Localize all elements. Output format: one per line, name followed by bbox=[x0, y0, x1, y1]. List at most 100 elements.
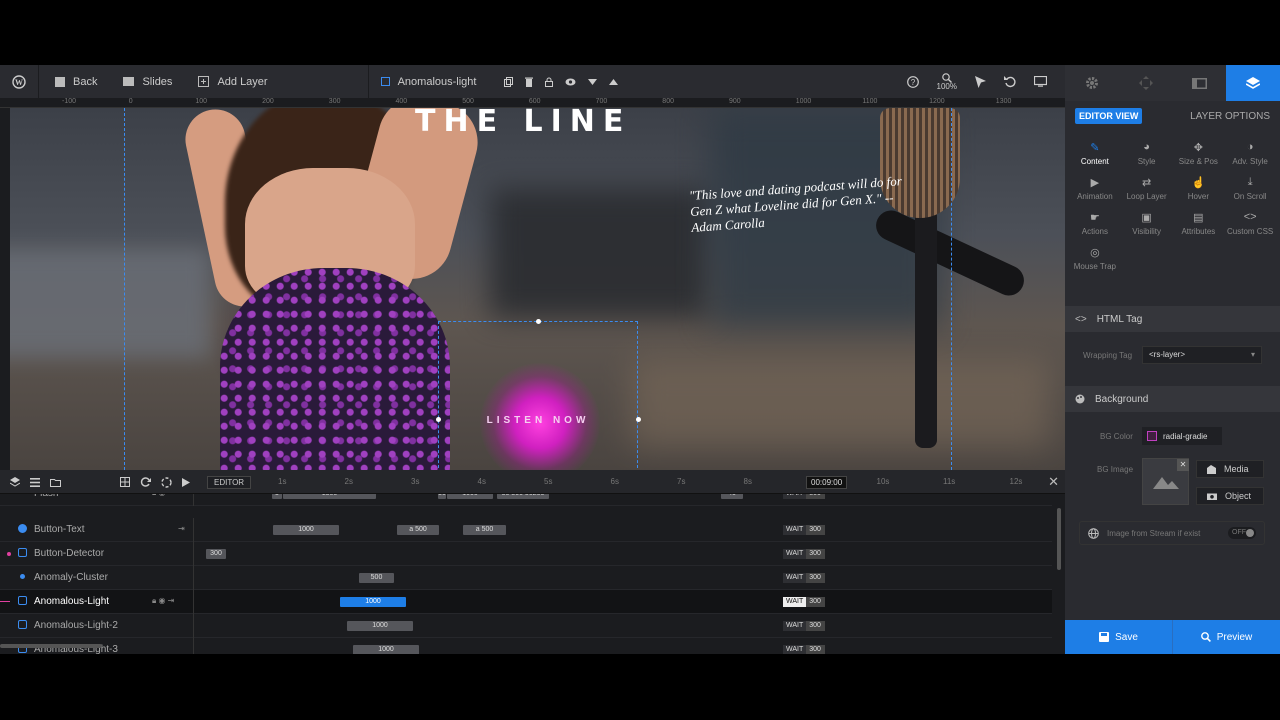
loop-icon[interactable] bbox=[140, 477, 151, 487]
bg-color-picker[interactable]: radial-gradie bbox=[1142, 427, 1222, 445]
spin-icon[interactable] bbox=[161, 476, 172, 488]
remove-image-icon[interactable]: ✕ bbox=[1177, 459, 1189, 471]
timeline-horizontal-scrollbar[interactable] bbox=[0, 644, 102, 648]
wait-frame[interactable]: WAIT300 bbox=[783, 573, 825, 583]
option-attributes[interactable]: ▤ Attributes bbox=[1173, 211, 1225, 236]
close-icon[interactable]: ✕ bbox=[1048, 474, 1059, 490]
duplicate-icon[interactable] bbox=[504, 76, 514, 87]
current-time-display[interactable]: 00:09:00 bbox=[806, 476, 848, 489]
option-size-pos[interactable]: ✥ Size & Pos bbox=[1173, 141, 1225, 166]
back-button[interactable]: Back bbox=[39, 65, 107, 98]
undo-icon[interactable] bbox=[1004, 75, 1016, 88]
animation-frame-bar[interactable]: 40 bbox=[721, 494, 743, 499]
option-hover[interactable]: ☝ Hover bbox=[1173, 176, 1225, 201]
wordpress-button[interactable]: W bbox=[0, 65, 38, 98]
timeline-row[interactable]: Anomalous-Light 🔒︎ ◉ ⇥ 1000 WAIT 300 bbox=[0, 590, 1052, 614]
wait-frame[interactable]: WAIT300 bbox=[783, 525, 825, 535]
option-style[interactable]: ◕ Style bbox=[1121, 141, 1173, 166]
wait-frame[interactable]: WAIT300 bbox=[783, 597, 825, 607]
layer-name: Button-Text bbox=[34, 524, 85, 535]
option-content[interactable]: ✎ Content bbox=[1069, 141, 1121, 166]
listen-now-button-text[interactable]: LISTEN NOW bbox=[438, 415, 638, 426]
eye-icon[interactable] bbox=[565, 78, 576, 86]
row-controls[interactable]: 🔒︎ ◉ ⇥ bbox=[152, 596, 174, 606]
timeline-row[interactable]: Anomalous-Light-3 1000 WAIT 300 bbox=[0, 638, 1052, 654]
grid-toggle-icon[interactable] bbox=[120, 477, 130, 487]
save-button[interactable]: Save bbox=[1065, 620, 1172, 654]
animation-frame-bar[interactable]: 5 bbox=[272, 494, 282, 499]
tab-navigation[interactable] bbox=[1118, 65, 1173, 101]
slide-canvas[interactable]: THE LINE "This love and dating podcast w… bbox=[10, 108, 1065, 470]
lock-icon[interactable] bbox=[545, 77, 554, 87]
folder-icon[interactable] bbox=[50, 478, 61, 487]
wait-frame[interactable]: WAIT300 bbox=[783, 494, 825, 499]
media-button[interactable]: Media bbox=[1196, 460, 1264, 478]
slides-button[interactable]: Slides bbox=[107, 65, 182, 98]
background-title: Background bbox=[1095, 393, 1149, 405]
cursor-icon[interactable] bbox=[975, 75, 986, 88]
help-icon[interactable]: ? bbox=[906, 75, 919, 88]
wait-frame[interactable]: WAIT300 bbox=[783, 621, 825, 631]
desktop-icon[interactable] bbox=[1034, 76, 1047, 87]
resize-handle[interactable] bbox=[536, 319, 541, 324]
animation-frame-bar[interactable]: 300 bbox=[206, 549, 226, 559]
editor-mode-button[interactable]: EDITOR bbox=[207, 476, 252, 489]
wait-frame[interactable]: WAIT300 bbox=[783, 645, 825, 654]
option-actions[interactable]: ☛ Actions bbox=[1069, 211, 1121, 236]
option-mouse-trap[interactable]: ◎ Mouse Trap bbox=[1069, 246, 1121, 271]
animation-frame-bar[interactable]: 1000 bbox=[273, 525, 339, 535]
animation-frame-bar[interactable]: 50 bbox=[438, 494, 446, 499]
html-tag-section[interactable]: <> HTML Tag bbox=[1065, 306, 1280, 332]
timeline-row[interactable]: Button-Text ⇥ 1000 a 500 a 500 WAIT 300 bbox=[0, 518, 1052, 542]
option-loop-layer[interactable]: ⇄ Loop Layer bbox=[1121, 176, 1173, 201]
ruler-label: 800 bbox=[662, 98, 674, 105]
row-controls[interactable]: ⇥ bbox=[178, 524, 185, 533]
row-controls[interactable]: 🔒︎ ◉ bbox=[152, 494, 165, 498]
option-adv-style[interactable]: ◑ Adv. Style bbox=[1224, 141, 1276, 166]
mouse-trap-icon: ◎ bbox=[1090, 247, 1100, 259]
timeline-row[interactable]: Button-Detector 300 WAIT 300 bbox=[0, 542, 1052, 566]
tab-slide-options[interactable] bbox=[1172, 65, 1227, 101]
animation-frame-bar[interactable]: 1000 bbox=[353, 645, 419, 654]
layer-selector[interactable]: Anomalous-light bbox=[369, 65, 487, 98]
animation-frame-bar[interactable]: 1000 bbox=[340, 597, 406, 607]
timeline-row[interactable]: Flash 🔒︎ ◉ 51500 501000 50 300 50200 40 WAIT30… bbox=[0, 494, 1052, 506]
animation-frame-bar[interactable]: a 500 bbox=[397, 525, 439, 535]
list-icon[interactable] bbox=[30, 477, 40, 487]
zoom-control[interactable]: 100% bbox=[937, 72, 957, 91]
selection-box[interactable] bbox=[438, 321, 638, 470]
adv-style-icon: ◑ bbox=[1246, 141, 1254, 153]
object-button[interactable]: Object bbox=[1196, 487, 1264, 505]
animation-frame-bar[interactable]: 50 300 50200 bbox=[497, 494, 549, 499]
preview-button[interactable]: Preview bbox=[1172, 620, 1280, 654]
background-section[interactable]: Background bbox=[1065, 386, 1280, 412]
trash-icon[interactable] bbox=[525, 77, 534, 87]
timeline-vertical-scrollbar[interactable] bbox=[1057, 508, 1061, 570]
editor-view-badge[interactable]: EDITOR VIEW bbox=[1075, 108, 1143, 124]
timeline-row[interactable]: Anomalous-Light-2 1000 WAIT 300 bbox=[0, 614, 1052, 638]
option-animation[interactable]: ▶ Animation bbox=[1069, 176, 1121, 201]
animation-frame-bar[interactable]: a 500 bbox=[463, 525, 506, 535]
caret-up-icon[interactable] bbox=[609, 78, 619, 85]
bg-color-value: radial-gradie bbox=[1163, 431, 1208, 441]
option-custom-css[interactable]: <> Custom CSS bbox=[1224, 211, 1276, 236]
time-tick: 10s bbox=[876, 477, 890, 486]
tab-layer-options[interactable] bbox=[1226, 65, 1280, 101]
wait-frame[interactable]: WAIT300 bbox=[783, 549, 825, 559]
caret-down-icon[interactable] bbox=[588, 78, 598, 85]
layers-icon[interactable] bbox=[10, 477, 20, 487]
stream-toggle[interactable]: OFF bbox=[1228, 527, 1256, 539]
option-on-scroll[interactable]: ⤓ On Scroll bbox=[1224, 176, 1276, 201]
tab-module-settings[interactable] bbox=[1065, 65, 1119, 101]
animation-frame-bar[interactable]: 500 bbox=[359, 573, 394, 583]
animation-frame-bar[interactable]: 1500 bbox=[283, 494, 376, 499]
timeline-row[interactable]: Anomaly-Cluster 500 WAIT 300 bbox=[0, 566, 1052, 590]
slide-title-layer[interactable]: THE LINE bbox=[415, 108, 631, 139]
animation-frame-bar[interactable]: 1000 bbox=[347, 621, 413, 631]
wrapping-tag-select[interactable]: <rs-layer> ▾ bbox=[1142, 346, 1262, 364]
option-visibility[interactable]: ▣ Visibility bbox=[1121, 211, 1173, 236]
animation-frame-bar[interactable]: 1000 bbox=[447, 494, 493, 499]
play-icon[interactable] bbox=[182, 477, 190, 487]
option-label: Actions bbox=[1081, 227, 1108, 236]
add-layer-button[interactable]: Add Layer bbox=[182, 65, 277, 98]
